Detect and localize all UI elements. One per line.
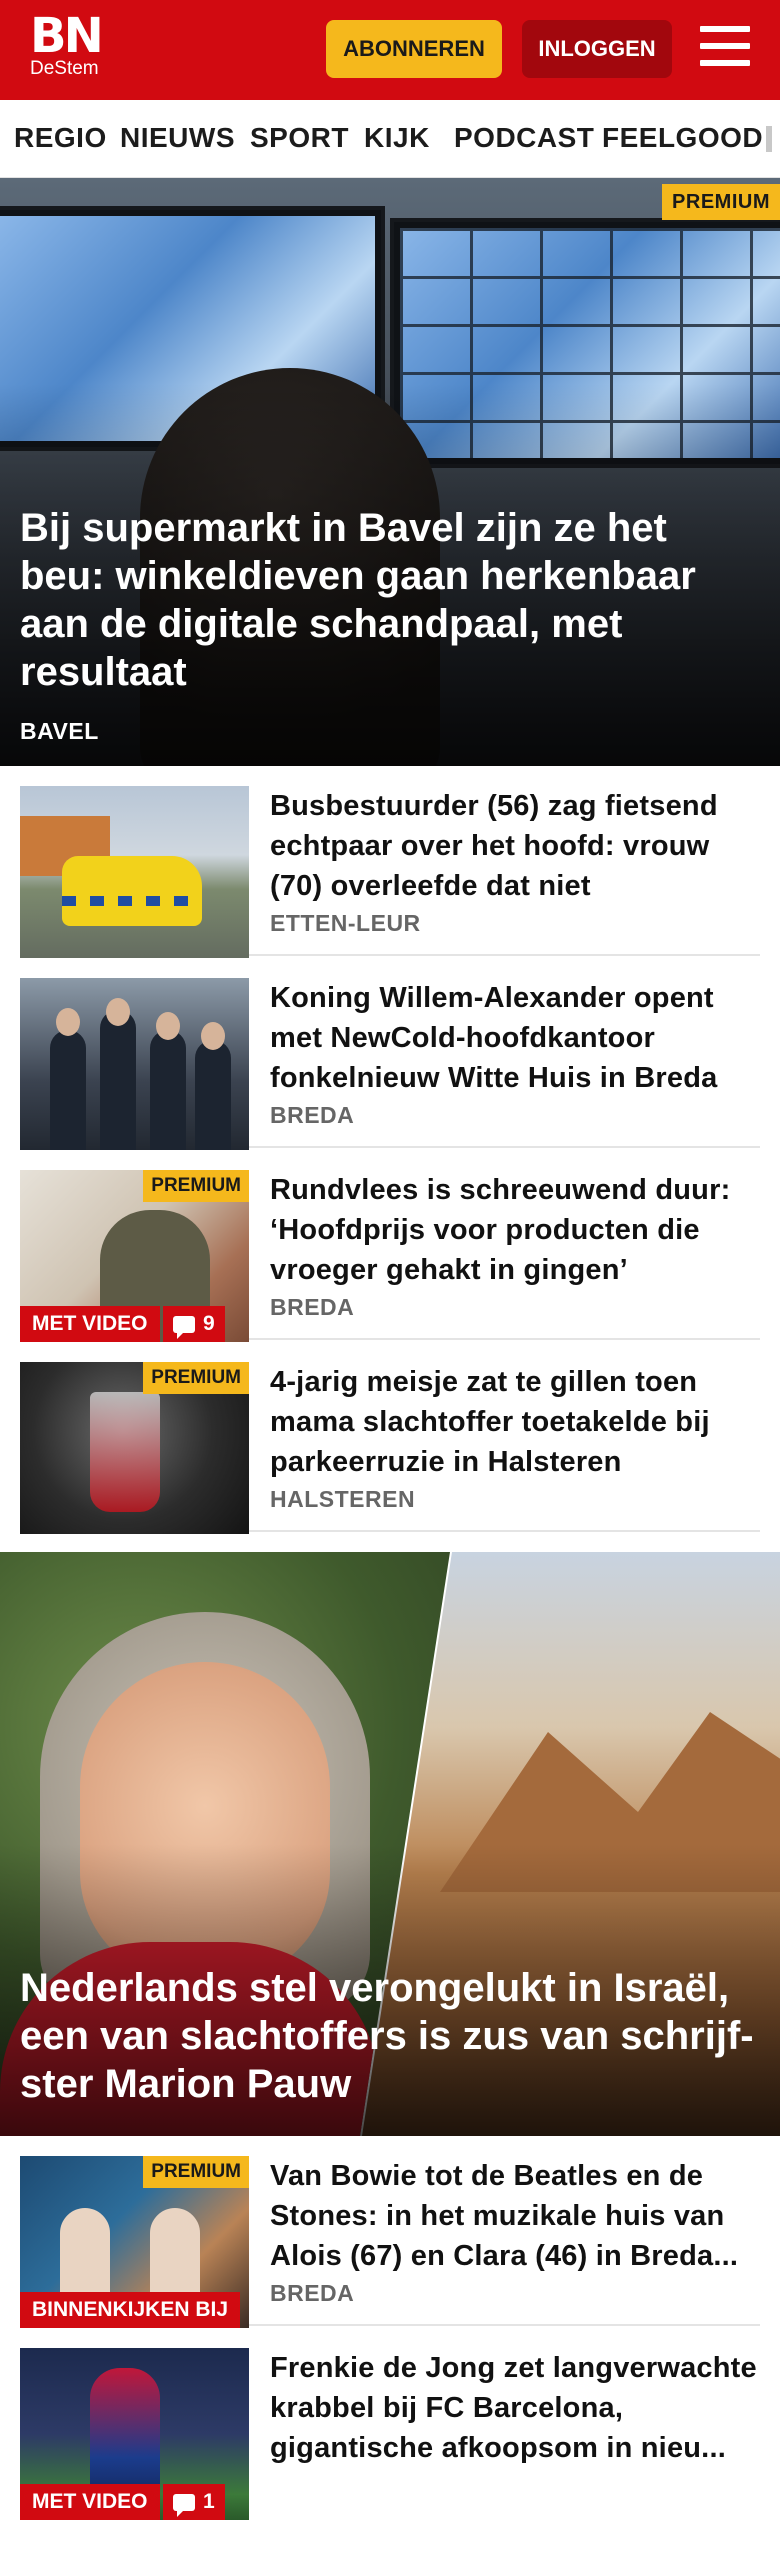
article-thumbnail: PREMIUM BINNENKIJKEN BIJ xyxy=(20,2156,249,2328)
article-item[interactable]: Koning Willem-Alexander opent met NewCol… xyxy=(20,958,760,1150)
hero-article[interactable]: PREMIUM Bij supermarkt in Bavel zijn ze … xyxy=(0,178,780,766)
article-location: BREDA xyxy=(270,1294,355,1320)
nav-overflow-indicator xyxy=(766,126,772,152)
premium-badge: PREMIUM xyxy=(143,2156,249,2188)
nav-item-nieuws[interactable]: NIEUWS xyxy=(120,122,235,154)
comment-icon xyxy=(173,2493,195,2517)
article-item[interactable]: Busbestuurder (56) zag fietsend echtpaar… xyxy=(20,766,760,958)
article-thumbnail: PREMIUM MET VIDEO 9 xyxy=(20,1170,249,1342)
hero-location: BAVEL xyxy=(20,718,99,744)
article-location: ETTEN-LEUR xyxy=(270,910,421,936)
article-title[interactable]: Koning Willem-Alexander opent met NewCol… xyxy=(270,978,760,1098)
article-location: BREDA xyxy=(270,1102,355,1128)
menu-icon[interactable] xyxy=(700,26,750,72)
nav-item-podcast[interactable]: PODCAST xyxy=(454,122,594,154)
logo-sub-text: DeStem xyxy=(30,58,99,79)
article-title[interactable]: Rundvlees is schreeuwend duur: ‘Hoofdpri… xyxy=(270,1170,760,1290)
article-title[interactable]: Van Bowie tot de Beatles en de Stones: i… xyxy=(270,2156,760,2276)
nav-item-regio[interactable]: REGIO xyxy=(14,122,107,154)
article-title[interactable]: 4-jarig meisje zat te gillen toen mama s… xyxy=(270,1362,760,1482)
comments-count[interactable]: 9 xyxy=(163,1306,225,1342)
nav-item-feelgood[interactable]: FEELGOOD xyxy=(602,122,763,154)
hero-title[interactable]: Bij supermarkt in Bavel zijn ze het beu:… xyxy=(20,504,740,696)
article-thumbnail: MET VIDEO 1 xyxy=(20,2348,249,2520)
article-thumbnail xyxy=(20,978,249,1150)
logo-main-text: BN xyxy=(30,8,104,64)
premium-badge: PREMIUM xyxy=(143,1170,249,1202)
site-logo[interactable]: BN DeStem xyxy=(30,8,104,80)
article-item[interactable]: PREMIUM MET VIDEO 9 Rundvlees is schreeu… xyxy=(20,1150,760,1342)
article-title[interactable]: Frenkie de Jong zet langver­wachte krabb… xyxy=(270,2348,760,2468)
article-location: HALSTEREN xyxy=(270,1486,416,1512)
comments-count-value: 1 xyxy=(203,2490,215,2513)
category-tag: BINNENKIJKEN BIJ xyxy=(20,2292,241,2328)
article-item[interactable]: MET VIDEO 1 Frenkie de Jong zet langver­… xyxy=(20,2328,760,2520)
article-item[interactable]: PREMIUM BINNENKIJKEN BIJ Van Bowie tot d… xyxy=(20,2136,760,2328)
section-nav: REGIO NIEUWS SPORT KIJK PODCAST FEELGOOD xyxy=(0,100,780,178)
login-button[interactable]: INLOGGEN xyxy=(522,20,672,78)
premium-badge: PREMIUM xyxy=(143,1362,249,1394)
premium-badge: PREMIUM xyxy=(662,184,780,220)
comments-count[interactable]: 1 xyxy=(163,2484,225,2520)
article-item[interactable]: PREMIUM 4-jarig meisje zat te gillen toe… xyxy=(20,1342,760,1534)
article-thumbnail: PREMIUM xyxy=(20,1362,249,1534)
feature-article[interactable]: Nederlands stel verongelukt in Israël, e… xyxy=(0,1552,780,2136)
article-location: BREDA xyxy=(270,2280,355,2306)
video-tag: MET VIDEO xyxy=(20,1306,160,1342)
article-thumbnail xyxy=(20,786,249,958)
article-title[interactable]: Busbestuurder (56) zag fietsend echtpaar… xyxy=(270,786,760,906)
site-header: BN DeStem ABONNEREN INLOGGEN xyxy=(0,0,780,100)
video-tag: MET VIDEO xyxy=(20,2484,160,2520)
comment-icon xyxy=(173,1315,195,1339)
comments-count-value: 9 xyxy=(203,1312,215,1335)
nav-item-sport[interactable]: SPORT xyxy=(250,122,349,154)
subscribe-button[interactable]: ABONNEREN xyxy=(326,20,502,78)
nav-item-kijk[interactable]: KIJK xyxy=(364,122,430,154)
feature-title[interactable]: Nederlands stel verongelukt in Israël, e… xyxy=(20,1964,770,2108)
